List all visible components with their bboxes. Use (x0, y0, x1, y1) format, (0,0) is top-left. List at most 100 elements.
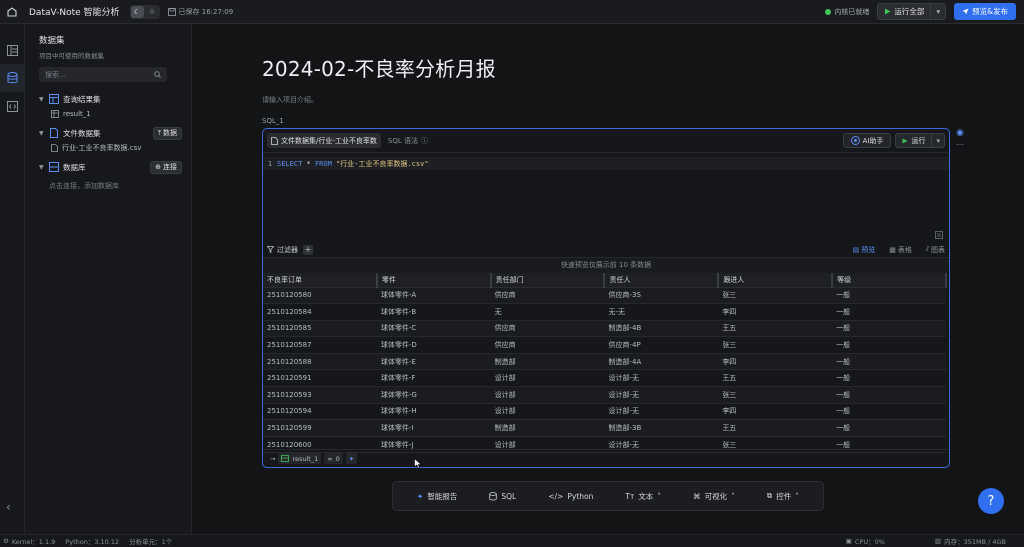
home-icon[interactable] (3, 3, 21, 21)
connect-db-button[interactable]: ⊕ 连接 (150, 160, 182, 174)
theme-toggle[interactable]: ☾ ☼ (129, 4, 160, 19)
project-intro-input[interactable]: 请输入项目介绍。 (262, 95, 318, 105)
tab-preview[interactable]: ▤ 预览 (853, 245, 876, 255)
filter-label: 过滤器 (277, 245, 298, 254)
search-placeholder: 搜索... (45, 70, 66, 79)
table-cell: 球体零件-H (376, 403, 491, 421)
table-cell: 王五 (718, 320, 833, 338)
cell-name[interactable]: SQL_1 (262, 117, 284, 125)
run-all-button[interactable]: 运行全部 ▾ (877, 3, 947, 20)
chevron-down-icon[interactable]: ▼ (39, 164, 49, 171)
moon-icon[interactable]: ☾ (130, 5, 144, 18)
dataset-item-result-1[interactable]: result_1 (39, 107, 182, 121)
table-cell: 一般 (832, 403, 946, 421)
variables-nav-button[interactable] (0, 92, 25, 120)
kernel-status-text: 内核已就绪 (834, 7, 870, 16)
insert-label: 控件 (776, 491, 792, 501)
code-editor[interactable] (263, 170, 949, 242)
table-cell: 一般 (832, 386, 946, 404)
code-editor-line[interactable]: 1 SELECT * FROM "行业-工业不良率数据.csv" (263, 157, 949, 170)
arrow-right-icon: → (270, 454, 276, 463)
table-row[interactable]: 2510120585 球体零件-C 供应商 制造部-4B 王五 一般 (263, 320, 946, 338)
ai-assistant-button[interactable]: AI助手 (842, 133, 892, 148)
tab-chart[interactable]: ⫽ 图表 (926, 245, 945, 255)
page-title[interactable]: 2024-02-不良率分析月报 (262, 53, 496, 82)
cpu-icon: ▣ (845, 537, 852, 545)
cell-count: 分析单元：1个 (129, 538, 173, 546)
add-filter-icon[interactable]: + (303, 244, 313, 255)
source-selector[interactable]: 文件数据集/行业-工业不良率数 (267, 133, 381, 148)
chevron-up-icon: ˄ (657, 491, 662, 501)
tab-table[interactable]: ▦ 表格 (889, 245, 912, 255)
run-cell-button[interactable]: 运行 ▾ (895, 133, 945, 148)
result-chip[interactable]: result_1 (278, 453, 322, 464)
table-cell: 一般 (832, 369, 946, 388)
format-icon[interactable] (935, 231, 943, 239)
table-row[interactable]: 2510120599 球体零件-I 制造部 制造部-3B 王五 一般 (263, 419, 946, 437)
section-query-results[interactable]: ▼ 查询结果集 (39, 91, 182, 107)
chart-icon: ⌘ (693, 491, 701, 501)
table-row[interactable]: 2510120594 球体零件-H 设计部 设计部-无 李四 一般 (263, 403, 946, 421)
run-all-label: 运行全部 (894, 7, 925, 16)
column-header[interactable]: 零件 (376, 273, 492, 288)
column-header[interactable]: 责任人 (604, 273, 720, 288)
more-icon[interactable]: ⋯ (956, 140, 964, 149)
table-row[interactable]: 2510120584 球体零件-B 无无-无 李四 一般 (263, 303, 946, 321)
table-row[interactable]: 2510120593 球体零件-G 设计部 设计部-无 张三 一般 (263, 386, 946, 404)
column-header[interactable]: 不良率订单 (263, 273, 378, 288)
insert-sql-button[interactable]: SQL (489, 492, 516, 501)
table-cell: 设计部 (490, 369, 605, 388)
table-cell: 2510120585 (263, 320, 377, 338)
table-row[interactable]: 2510120588 球体零件-E 制造部 制造部-4A 李四 一般 (263, 353, 946, 371)
table-cell: 球体零件-F (376, 369, 491, 388)
dataset-item-label: 行业-工业不良率数据.csv (62, 144, 142, 152)
upload-data-button[interactable]: ⤒ 数据 (152, 126, 182, 140)
run-cell-label: 运行 (911, 136, 926, 145)
eye-icon[interactable]: ◉ (956, 128, 964, 138)
magic-wand-icon: ✦ (348, 454, 355, 463)
table-cell: 一般 (832, 336, 946, 354)
magic-wand-button[interactable]: ✦ (345, 453, 358, 464)
sun-icon[interactable]: ☼ (146, 6, 159, 18)
chevron-down-icon[interactable]: ▼ (39, 130, 49, 137)
dataset-search-input[interactable]: 搜索... (39, 67, 167, 82)
link-icon: ∞ (327, 454, 333, 463)
column-header[interactable]: 责任部门 (490, 273, 606, 288)
table-row[interactable]: 2510120587 球体零件-D 供应商 供应商-4P 张三 一般 (263, 336, 946, 354)
database-icon (489, 491, 498, 500)
column-header[interactable]: 跟进人 (718, 273, 834, 288)
sql-table-string: "行业-工业不良率数据.csv" (336, 159, 429, 168)
collapse-left-icon[interactable]: ‹ (6, 500, 11, 514)
dataset-nav-button[interactable] (0, 64, 25, 92)
dataset-item-label: result_1 (63, 110, 91, 118)
table-header-row: 不良率订单 零件 责任部门 责任人 跟进人 等级 (263, 273, 947, 288)
publish-button[interactable]: 预览&发布 (954, 3, 1016, 20)
filter-button[interactable]: 过滤器 + (267, 244, 313, 255)
section-file-datasets[interactable]: ▼ 文件数据集 ⤒ 数据 (39, 125, 182, 141)
chevron-down-icon[interactable]: ▾ (932, 137, 944, 145)
chevron-down-icon[interactable]: ▾ (931, 7, 945, 16)
column-header[interactable]: 等级 (832, 273, 947, 288)
insert-text-button[interactable]: Tт 文本 ˄ (625, 491, 661, 502)
link-count-chip[interactable]: ∞ 0 (324, 453, 343, 464)
chevron-down-icon[interactable]: ▼ (39, 96, 49, 103)
table-cell: 2510120580 (263, 287, 377, 305)
sql-cell[interactable]: 文件数据集/行业-工业不良率数 SQL 语法 ⓘ AI助手 运行 ▾ 1 SEL… (262, 128, 950, 468)
insert-python-button[interactable]: </> Python (548, 492, 593, 501)
insert-visualization-button[interactable]: ⌘ 可视化 ˄ (693, 491, 735, 502)
table-cell: 2510120599 (263, 419, 377, 437)
insert-smart-report-button[interactable]: ✦ 智能报告 (417, 491, 457, 502)
table-row[interactable]: 2510120580 球体零件-A 供应商 供应商-3S 张三 一般 (263, 287, 946, 305)
table-row[interactable]: 2510120591 球体零件-F 设计部 设计部-无 王五 一般 (263, 369, 946, 388)
dataset-item-csv[interactable]: 行业-工业不良率数据.csv (39, 141, 182, 155)
table-cell: 球体零件-G (376, 386, 491, 404)
help-button[interactable]: ? (978, 488, 1004, 514)
table-cell: 供应商 (490, 287, 605, 305)
table-cell: 2510120588 (263, 353, 377, 371)
outline-nav-button[interactable] (0, 36, 25, 64)
table-cell: 2510120593 (263, 386, 377, 404)
section-database[interactable]: ▼ 数据库 ⊕ 连接 (39, 159, 182, 175)
cpu-usage: ▣ CPU：0% (846, 536, 885, 546)
sql-syntax-help[interactable]: SQL 语法 ⓘ (388, 136, 428, 146)
insert-control-button[interactable]: ⧉ 控件 ˄ (767, 491, 799, 502)
